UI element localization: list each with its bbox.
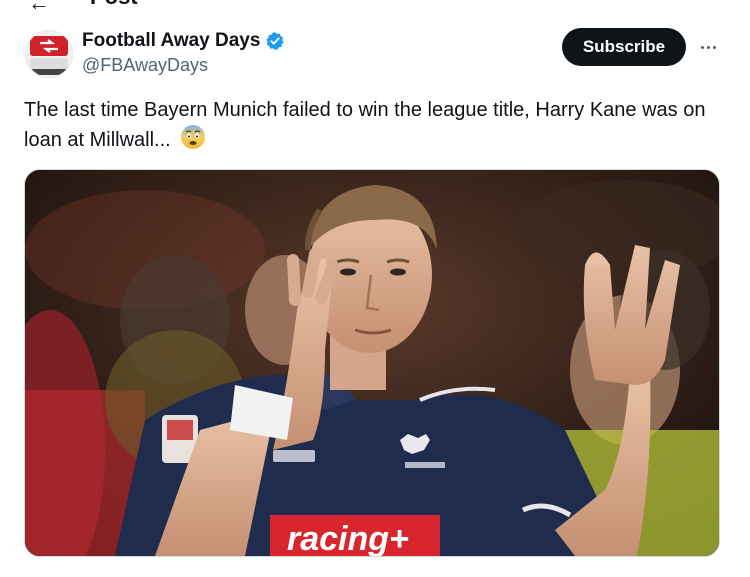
subscribe-button[interactable]: Subscribe (562, 28, 686, 66)
tweet-photo[interactable]: racing+ (24, 169, 720, 557)
user-handle[interactable]: @FBAwayDays (82, 55, 208, 76)
avatar-sign-panel (30, 58, 68, 69)
more-dots-icon[interactable] (695, 34, 721, 60)
tweet-body: The last time Bayern Munich failed to wi… (24, 99, 706, 151)
bottom-divider (0, 568, 750, 577)
display-name[interactable]: Football Away Days (82, 30, 260, 52)
top-nav-cut: ← Post (0, 0, 750, 15)
verified-badge-icon (266, 32, 285, 50)
photo-illustration: racing+ (25, 170, 719, 556)
name-row: Football Away Days (82, 30, 285, 52)
post-header: Football Away Days @FBAwayDays Subscribe (0, 24, 750, 84)
back-arrow-icon[interactable]: ← (28, 0, 50, 16)
tweet-text: The last time Bayern Munich failed to wi… (24, 96, 714, 154)
sponsor-text: racing+ (287, 520, 409, 556)
fearful-face-emoji-icon (181, 125, 206, 149)
railway-sign-avatar-icon (30, 36, 68, 56)
page-title: Post (90, 0, 138, 10)
avatar-sign-post (32, 69, 66, 75)
avatar[interactable] (25, 30, 73, 78)
